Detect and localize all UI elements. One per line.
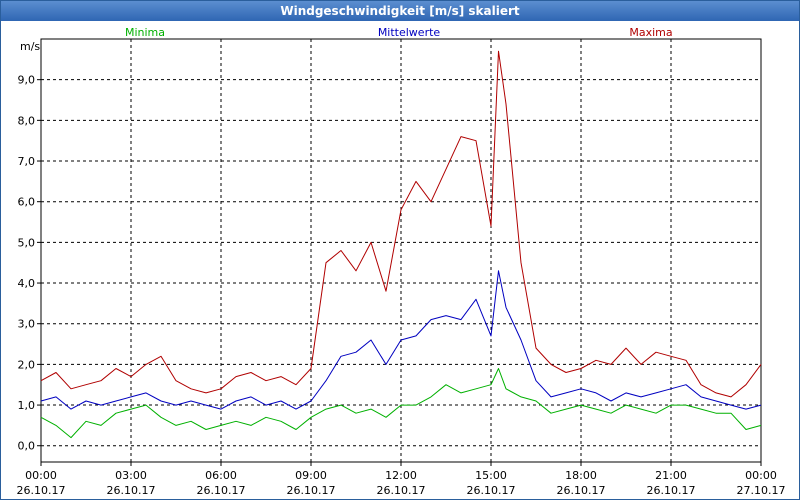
legend: Minima Mittelwerte Maxima	[125, 26, 673, 39]
x-tick-time-label: 00:00	[745, 469, 777, 482]
y-tick-label: 7,0	[18, 155, 36, 168]
y-axis-ticks: 0,0 1,0 2,0 3,0 4,0 5,0 6,0 7,0 8,0 9,0	[18, 74, 41, 453]
x-tick-time-label: 03:00	[115, 469, 147, 482]
wind-speed-chart: 0,0 1,0 2,0 3,0 4,0 5,0 6,0 7,0 8,0 9,0 00:00 26.1…	[17, 26, 786, 497]
x-tick-time-label: 15:00	[475, 469, 507, 482]
x-tick-time-label: 21:00	[655, 469, 687, 482]
y-tick-label: 4,0	[18, 277, 36, 290]
x-tick-date-label: 26.10.17	[647, 484, 696, 497]
legend-entry-mittelwerte: Mittelwerte	[378, 26, 441, 39]
y-tick-label: 8,0	[18, 114, 36, 127]
x-tick-date-label: 26.10.17	[377, 484, 426, 497]
y-tick-label: 0,0	[18, 440, 36, 453]
x-tick-date-label: 26.10.17	[557, 484, 606, 497]
y-tick-label: 9,0	[18, 74, 36, 87]
x-tick-time-label: 18:00	[565, 469, 597, 482]
x-tick-time-label: 06:00	[205, 469, 237, 482]
y-tick-label: 2,0	[18, 358, 36, 371]
x-tick-time-label: 00:00	[25, 469, 57, 482]
y-tick-label: 6,0	[18, 196, 36, 209]
x-tick-date-label: 26.10.17	[197, 484, 246, 497]
x-tick-date-label: 26.10.17	[17, 484, 66, 497]
legend-entry-minima: Minima	[125, 26, 165, 39]
y-axis-label: m/s	[20, 40, 40, 53]
y-tick-label: 3,0	[18, 318, 36, 331]
x-tick-date-label: 26.10.17	[107, 484, 156, 497]
y-tick-label: 5,0	[18, 236, 36, 249]
x-tick-time-label: 09:00	[295, 469, 327, 482]
x-tick-date-label: 26.10.17	[287, 484, 336, 497]
y-tick-label: 1,0	[18, 399, 36, 412]
legend-entry-maxima: Maxima	[629, 26, 672, 39]
x-axis-ticks: 00:00 26.10.17 03:00 26.10.17 06:00 26.10.17 0…	[17, 462, 786, 497]
x-tick-date-label: 27.10.17	[737, 484, 786, 497]
x-tick-time-label: 12:00	[385, 469, 417, 482]
x-tick-date-label: 26.10.17	[467, 484, 516, 497]
